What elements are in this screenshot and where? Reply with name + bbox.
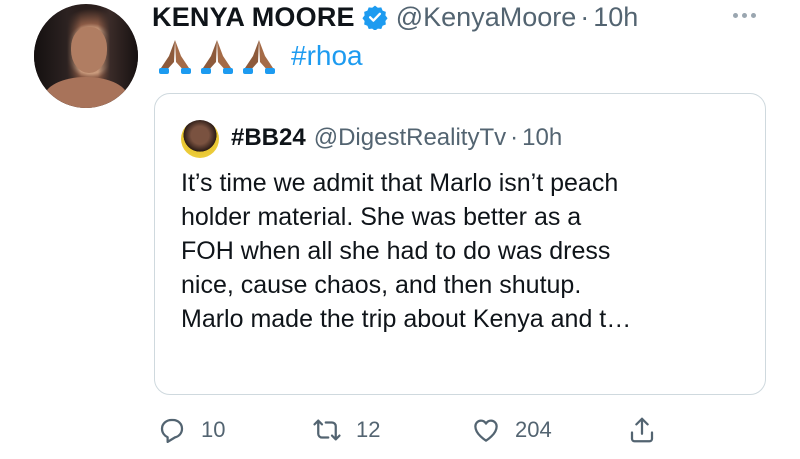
quoted-text-line: Marlo made the trip about Kenya and t…	[181, 305, 632, 333]
quoted-text-line: It’s time we admit that Marlo isn’t peac…	[181, 169, 619, 197]
quoted-author-handle: @DigestRealityTv	[313, 124, 507, 151]
more-icon[interactable]	[733, 13, 756, 18]
like-button[interactable]: 204	[471, 410, 552, 450]
quoted-text-line: holder material. She was better as a	[181, 203, 582, 231]
share-icon	[630, 417, 654, 443]
like-count: 204	[515, 417, 552, 442]
reply-button[interactable]: 10	[157, 410, 225, 450]
quoted-text-line: nice, cause chaos, and then shutup.	[181, 271, 582, 299]
like-icon	[474, 419, 498, 442]
tweet-time[interactable]: 10h	[593, 2, 638, 33]
author-avatar[interactable]	[34, 4, 138, 108]
praying-hands-icon	[201, 40, 233, 74]
quoted-text-line: FOH when all she had to do was dress	[181, 237, 611, 265]
author-handle[interactable]: @KenyaMoore	[396, 2, 577, 33]
share-button[interactable]	[627, 410, 657, 450]
reply-icon	[160, 418, 184, 443]
retweet-icon	[313, 419, 341, 441]
quoted-author-avatar	[181, 120, 219, 158]
praying-hands-icon	[159, 40, 191, 74]
tweet-actions: 10 12 204	[157, 410, 717, 450]
retweet-button[interactable]: 12	[312, 410, 380, 450]
tweet-text: #rhoa	[155, 38, 363, 74]
author-name[interactable]: KENYA MOORE	[152, 2, 355, 33]
praying-hands-icon	[243, 40, 275, 74]
quoted-tweet-text: It’s time we admit that Marlo isn’t peac…	[181, 166, 751, 336]
quoted-tweet[interactable]: #BB24 @DigestRealityTv · 10h It’s time w…	[154, 93, 766, 395]
reply-count: 10	[201, 417, 226, 442]
verified-badge-icon	[362, 5, 388, 30]
tweet-header: KENYA MOORE @KenyaMoore · 10h	[152, 0, 638, 34]
retweet-count: 12	[356, 417, 381, 442]
quoted-author-name: #BB24	[231, 124, 306, 151]
quoted-tweet-header: #BB24 @DigestRealityTv · 10h	[231, 122, 562, 154]
emoji	[155, 38, 279, 74]
hashtag-link[interactable]: #rhoa	[291, 40, 363, 72]
time-separator: ·	[580, 1, 590, 32]
quoted-time-separator: ·	[510, 124, 519, 151]
quoted-tweet-time: 10h	[522, 124, 563, 151]
